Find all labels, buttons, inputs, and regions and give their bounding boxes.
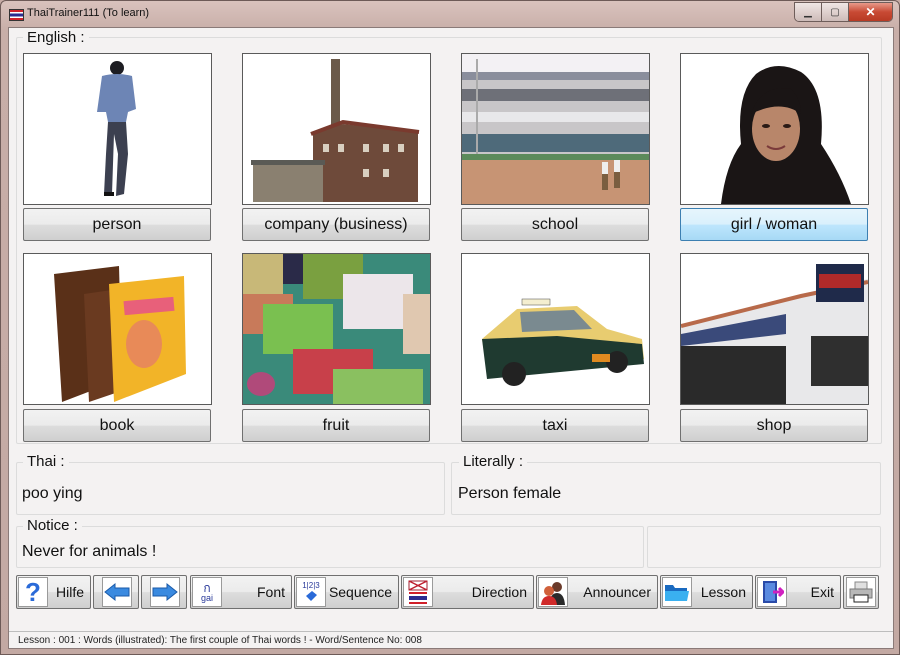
word-button-company[interactable]: company (business)	[242, 208, 430, 241]
tile-image-person[interactable]	[23, 53, 212, 205]
minimize-button[interactable]: ▁	[795, 3, 822, 21]
font-label: Font	[256, 584, 285, 600]
forward-button[interactable]	[141, 575, 187, 609]
print-button[interactable]	[843, 575, 879, 609]
tile-image-company[interactable]	[242, 53, 431, 205]
help-button[interactable]: ? Hilfe	[16, 575, 91, 609]
word-button-fruit[interactable]: fruit	[242, 409, 430, 442]
word-button-shop[interactable]: shop	[680, 409, 868, 442]
word-label: taxi	[542, 416, 568, 434]
font-button[interactable]: ก gai Font	[190, 575, 292, 609]
fruit-market-photo	[243, 254, 430, 404]
arrow-left-icon	[101, 577, 132, 607]
minimart-shop-photo	[681, 264, 868, 404]
word-label: shop	[756, 416, 792, 434]
notice-label: Notice :	[23, 517, 82, 534]
tile-image-book[interactable]	[23, 253, 212, 405]
word-label: girl / woman	[730, 215, 818, 233]
notice-value: Never for animals !	[22, 543, 157, 560]
literally-value: Person female	[458, 485, 562, 502]
title-bar[interactable]: ThaiTrainer111 (To learn) ▁ ▢ ✕	[1, 1, 899, 27]
people-icon	[538, 577, 568, 607]
minimize-icon: ▁	[804, 6, 812, 18]
word-button-taxi[interactable]: taxi	[461, 409, 649, 442]
word-label: person	[92, 215, 142, 233]
lesson-button[interactable]: Lesson	[660, 575, 753, 609]
thai-flag-icon	[9, 9, 24, 21]
literally-label: Literally :	[459, 453, 528, 470]
woman-portrait-photo	[721, 65, 851, 204]
word-label: school	[531, 215, 579, 233]
word-button-book[interactable]: book	[23, 409, 211, 442]
announcer-label: Announcer	[583, 584, 651, 600]
maximize-button[interactable]: ▢	[822, 3, 849, 21]
exit-button[interactable]: Exit	[755, 575, 841, 609]
man-walking-photo	[97, 61, 136, 196]
tile-image-school[interactable]	[461, 53, 650, 205]
direction-label: Direction	[471, 584, 527, 600]
english-label: English :	[23, 29, 89, 46]
announcer-button[interactable]: Announcer	[536, 575, 658, 609]
notice-extra-box	[647, 526, 881, 568]
word-label: fruit	[322, 416, 350, 434]
sequence-icon-numbers: 1|2|3	[302, 581, 320, 590]
question-icon: ?	[18, 577, 48, 607]
flags-icon	[403, 577, 433, 607]
thai-label: Thai :	[23, 453, 69, 470]
back-button[interactable]	[93, 575, 139, 609]
word-button-girl-woman[interactable]: girl / woman	[680, 208, 868, 241]
tile-image-fruit[interactable]	[242, 253, 431, 405]
svg-text:?: ?	[25, 579, 41, 605]
school-building-photo	[462, 54, 649, 204]
factory-building-photo	[251, 59, 420, 202]
status-text: Lesson : 001 : Words (illustrated): The …	[18, 635, 422, 646]
thai-value: poo ying	[22, 485, 83, 502]
window-title: ThaiTrainer111 (To learn)	[27, 7, 150, 19]
tile-image-shop[interactable]	[680, 253, 869, 405]
tile-image-girl-woman[interactable]	[680, 53, 869, 205]
word-button-person[interactable]: person	[23, 208, 211, 241]
taxi-car-photo	[482, 298, 644, 386]
font-icon-roman: gai	[200, 592, 213, 603]
thai-font-icon: ก gai	[192, 577, 222, 607]
sequence-icon: 1|2|3	[296, 577, 326, 607]
printer-icon	[846, 577, 876, 607]
tile-image-taxi[interactable]	[461, 253, 650, 405]
word-button-school[interactable]: school	[461, 208, 649, 241]
books-photo	[54, 266, 186, 402]
help-label: Hilfe	[55, 584, 84, 600]
exit-label: Exit	[810, 584, 834, 600]
sequence-button[interactable]: 1|2|3 Sequence	[294, 575, 399, 609]
close-icon: ✕	[865, 5, 876, 19]
word-label: book	[99, 416, 135, 434]
folder-icon	[662, 577, 692, 607]
app-window: ThaiTrainer111 (To learn) ▁ ▢ ✕ English …	[0, 0, 900, 655]
direction-button[interactable]: Direction	[401, 575, 534, 609]
lesson-label: Lesson	[700, 584, 746, 600]
arrow-right-icon	[149, 577, 180, 607]
window-controls: ▁ ▢ ✕	[794, 2, 893, 22]
word-label: company (business)	[264, 215, 408, 233]
font-icon-thai-char: ก	[203, 580, 211, 595]
close-button[interactable]: ✕	[849, 3, 892, 21]
exit-door-icon	[757, 577, 787, 607]
status-bar: Lesson : 001 : Words (illustrated): The …	[9, 631, 893, 649]
sequence-label: Sequence	[328, 584, 392, 600]
client-area: English : person company (business) scho…	[8, 27, 894, 649]
maximize-icon: ▢	[830, 6, 840, 18]
